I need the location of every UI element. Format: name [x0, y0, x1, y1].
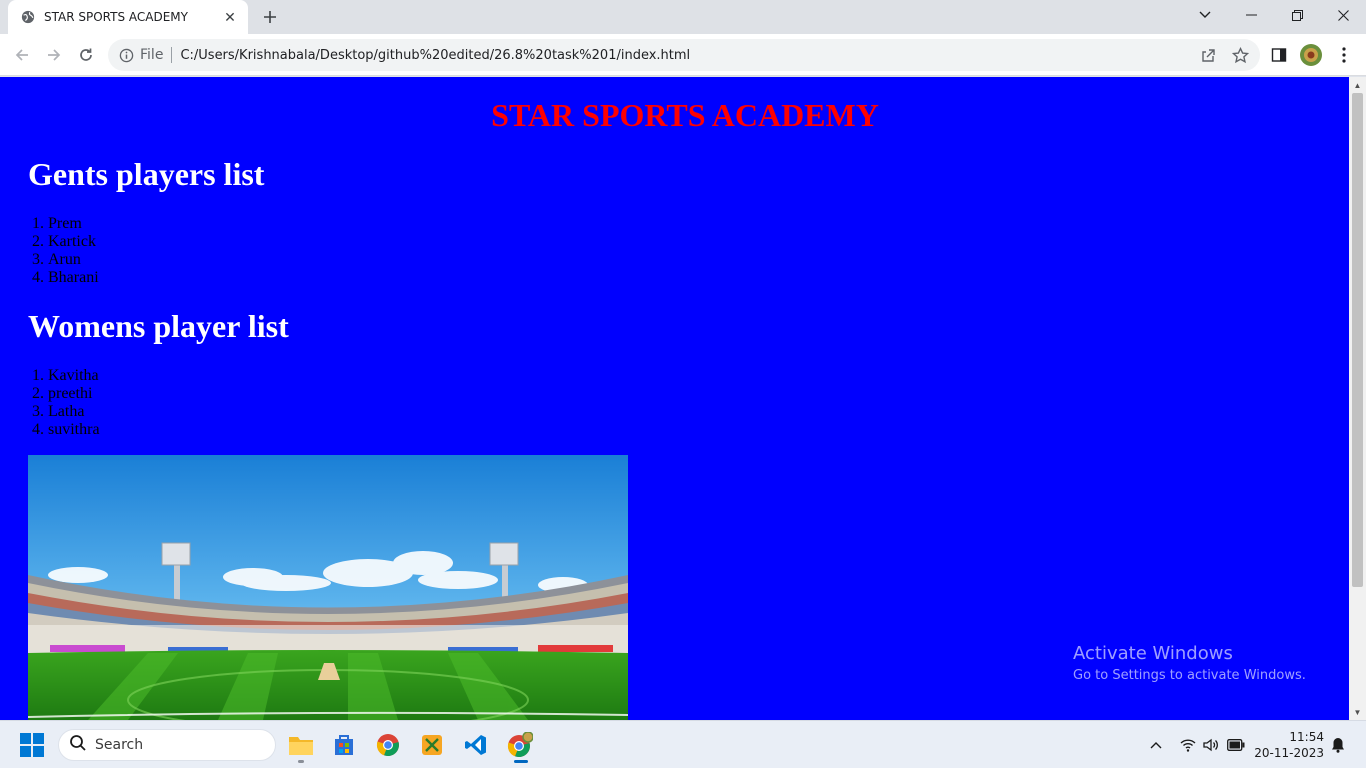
minimize-button[interactable]: [1228, 0, 1274, 30]
tab-title: STAR SPORTS ACADEMY: [44, 10, 188, 24]
windows-start-icon[interactable]: [20, 733, 44, 757]
vscode-icon[interactable]: [460, 729, 492, 761]
browser-tab[interactable]: STAR SPORTS ACADEMY ✕: [8, 0, 248, 34]
reload-button[interactable]: [72, 41, 100, 69]
system-clock[interactable]: 11:54 20-11-2023: [1254, 729, 1324, 761]
scroll-thumb[interactable]: [1352, 93, 1363, 587]
page-title: STAR SPORTS ACADEMY: [491, 97, 879, 133]
watermark-line2: Go to Settings to activate Windows.: [1073, 668, 1306, 683]
chrome-icon[interactable]: [372, 729, 404, 761]
close-tab-icon[interactable]: ✕: [222, 9, 238, 25]
scroll-up-arrow-icon[interactable]: ▲: [1349, 79, 1366, 91]
chrome-profile-icon[interactable]: [504, 729, 536, 763]
browser-toolbar: File C:/Users/Krishnabala/Desktop/github…: [0, 34, 1366, 76]
info-icon[interactable]: [118, 47, 134, 63]
gents-players-list: 1. Prem 2. Kartick 3. Arun 4. Bharani: [28, 215, 99, 287]
back-button[interactable]: [8, 41, 36, 69]
womens-list-heading: Womens player list: [28, 308, 289, 344]
new-tab-button[interactable]: [256, 4, 284, 30]
side-panel-icon[interactable]: [1267, 43, 1291, 67]
url-scheme-label: File: [140, 47, 164, 63]
battery-icon[interactable]: [1226, 735, 1246, 755]
clock-time: 11:54: [1289, 730, 1324, 744]
share-icon[interactable]: [1196, 43, 1220, 67]
profile-avatar[interactable]: [1299, 43, 1323, 67]
tab-strip: STAR SPORTS ACADEMY ✕: [0, 0, 1366, 34]
microsoft-store-icon[interactable]: [328, 729, 360, 761]
list-item: 2. Kartick: [32, 233, 96, 250]
windows-taskbar: Search 11:54 20-11-2023: [0, 720, 1366, 768]
clock-date: 20-11-2023: [1254, 746, 1324, 760]
search-icon: [69, 734, 87, 757]
notification-bell-icon[interactable]: [1328, 735, 1348, 755]
file-explorer-icon[interactable]: [285, 729, 317, 763]
list-item: 3. Arun: [32, 251, 81, 268]
scroll-down-arrow-icon[interactable]: ▼: [1349, 706, 1366, 718]
restore-button[interactable]: [1274, 0, 1320, 30]
wifi-icon[interactable]: [1178, 735, 1198, 755]
womens-players-list: 1. Kavitha 2. preethi 3. Latha 4. suvithra: [28, 367, 100, 439]
address-divider: [171, 47, 173, 63]
list-item: 2. preethi: [32, 385, 93, 402]
show-hidden-icons-chevron-icon[interactable]: [1146, 735, 1166, 755]
cricket-stadium-image: [28, 455, 628, 720]
forward-button[interactable]: [40, 41, 68, 69]
list-item: 3. Latha: [32, 403, 85, 420]
search-placeholder: Search: [95, 737, 144, 753]
url-text[interactable]: C:/Users/Krishnabala/Desktop/github%20ed…: [180, 48, 690, 63]
close-window-button[interactable]: [1320, 0, 1366, 30]
activate-windows-watermark: Activate Windows Go to Settings to activ…: [1073, 643, 1306, 683]
kebab-menu-icon[interactable]: [1332, 43, 1356, 67]
bookmark-star-icon[interactable]: [1228, 43, 1252, 67]
volume-icon[interactable]: [1201, 735, 1221, 755]
globe-icon: [20, 9, 36, 25]
list-item: 4. suvithra: [32, 421, 100, 438]
snipping-tool-icon[interactable]: [416, 729, 448, 761]
taskbar-search-box[interactable]: Search: [58, 729, 276, 761]
list-item: 1. Kavitha: [32, 367, 99, 384]
address-bar[interactable]: File C:/Users/Krishnabala/Desktop/github…: [108, 39, 1260, 71]
page-viewport: STAR SPORTS ACADEMY Gents players list 1…: [0, 77, 1349, 720]
list-item: 1. Prem: [32, 215, 82, 232]
tab-search-chevron-icon[interactable]: [1182, 0, 1228, 30]
vertical-scrollbar[interactable]: ▲ ▼: [1349, 77, 1366, 720]
watermark-line1: Activate Windows: [1073, 643, 1233, 664]
list-item: 4. Bharani: [32, 269, 99, 286]
gents-list-heading: Gents players list: [28, 156, 265, 192]
